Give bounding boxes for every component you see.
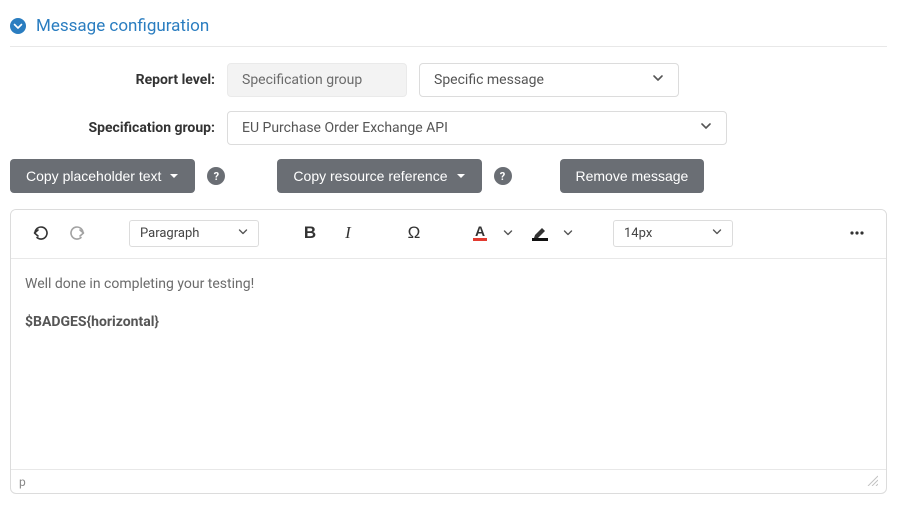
report-level-value: Specification group bbox=[227, 63, 407, 97]
highlight-icon bbox=[532, 225, 548, 241]
text-color-button[interactable]: A bbox=[465, 218, 495, 248]
chevron-down-icon bbox=[652, 72, 664, 88]
remove-message-button[interactable]: Remove message bbox=[560, 159, 705, 193]
copy-placeholder-button[interactable]: Copy placeholder text bbox=[10, 159, 195, 193]
help-icon[interactable]: ? bbox=[494, 167, 512, 185]
spec-group-label: Specification group: bbox=[10, 120, 215, 136]
spec-group-select[interactable]: EU Purchase Order Exchange API bbox=[227, 111, 727, 145]
redo-button[interactable] bbox=[63, 218, 93, 248]
editor-toolbar: Paragraph B I Ω A bbox=[11, 210, 886, 259]
report-scope-value: Specific message bbox=[434, 72, 544, 88]
text-color-icon: A bbox=[473, 225, 487, 241]
report-level-label: Report level: bbox=[10, 72, 215, 88]
remove-message-label: Remove message bbox=[576, 168, 689, 184]
block-format-select[interactable]: Paragraph bbox=[129, 220, 259, 247]
highlight-dropdown[interactable] bbox=[559, 218, 577, 248]
italic-button[interactable]: I bbox=[333, 218, 363, 248]
text-color-dropdown[interactable] bbox=[499, 218, 517, 248]
editor-content[interactable]: Well done in completing your testing! $B… bbox=[11, 259, 886, 469]
more-options-button[interactable] bbox=[842, 218, 872, 248]
highlight-button[interactable] bbox=[525, 218, 555, 248]
editor-line: Well done in completing your testing! bbox=[25, 273, 872, 297]
chevron-down-icon bbox=[712, 226, 722, 241]
undo-button[interactable] bbox=[25, 218, 55, 248]
chevron-down-icon bbox=[238, 226, 248, 241]
caret-down-icon bbox=[169, 168, 179, 184]
resize-grip-icon[interactable] bbox=[866, 474, 878, 489]
bold-button[interactable]: B bbox=[295, 218, 325, 248]
special-char-button[interactable]: Ω bbox=[399, 218, 429, 248]
chevron-down-icon bbox=[700, 120, 712, 136]
caret-down-icon bbox=[456, 168, 466, 184]
collapse-toggle-icon[interactable] bbox=[10, 18, 26, 34]
copy-resource-label: Copy resource reference bbox=[293, 168, 447, 184]
editor-status-path[interactable]: p bbox=[19, 475, 26, 489]
rich-text-editor: Paragraph B I Ω A bbox=[10, 209, 887, 494]
section-title: Message configuration bbox=[36, 16, 209, 36]
block-format-value: Paragraph bbox=[140, 226, 199, 241]
help-icon[interactable]: ? bbox=[207, 167, 225, 185]
copy-placeholder-label: Copy placeholder text bbox=[26, 168, 161, 184]
font-size-value: 14px bbox=[624, 226, 652, 241]
spec-group-value: EU Purchase Order Exchange API bbox=[242, 120, 448, 136]
editor-line: $BADGES{horizontal} bbox=[25, 311, 872, 335]
copy-resource-button[interactable]: Copy resource reference bbox=[277, 159, 481, 193]
report-scope-select[interactable]: Specific message bbox=[419, 63, 679, 97]
font-size-select[interactable]: 14px bbox=[613, 220, 733, 247]
